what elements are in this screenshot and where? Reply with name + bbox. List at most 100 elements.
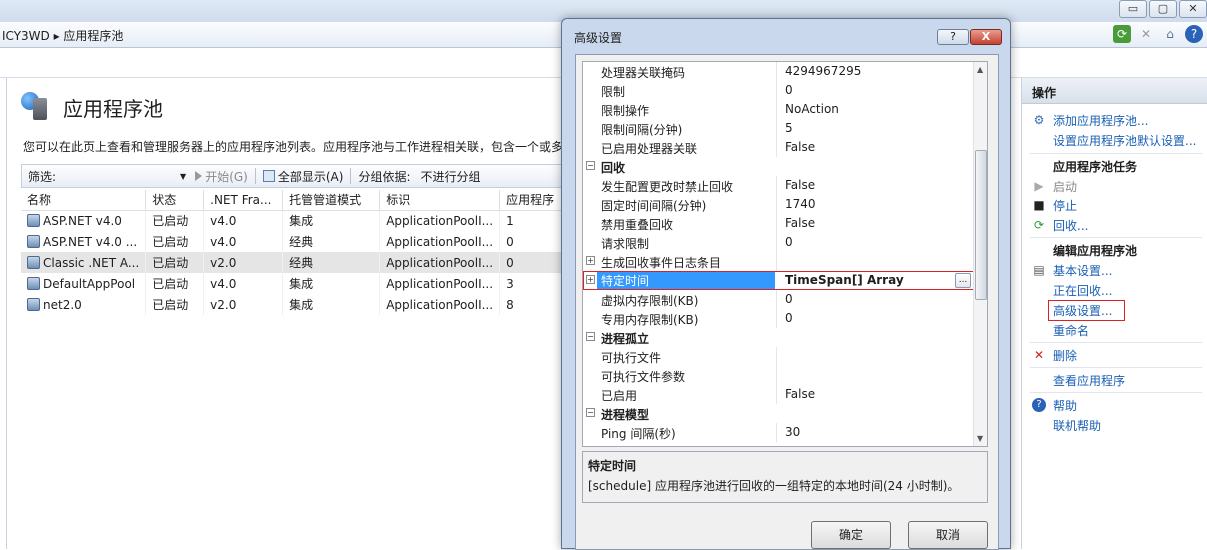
property-row[interactable]: 可执行文件 [583, 347, 975, 366]
pool-name: net2.0 [43, 297, 82, 312]
column-header-pipeline[interactable]: 托管管道模式 [282, 190, 381, 211]
collapse-icon[interactable]: − [586, 408, 595, 417]
property-name: 限制操作 [601, 104, 650, 118]
refresh-icon[interactable]: ⟳ [1113, 25, 1131, 43]
scrollbar-thumb[interactable] [975, 150, 987, 300]
property-row[interactable]: 限制操作 NoAction [583, 100, 975, 119]
property-description-title: 特定时间 [588, 459, 637, 473]
dialog-help-button[interactable]: ? [937, 29, 969, 45]
pool-name-cell: DefaultAppPool [21, 273, 147, 294]
column-header-applications[interactable]: 应用程序 [499, 190, 562, 211]
property-row[interactable]: 限制 0 [583, 81, 975, 100]
app-pool-row-icon [27, 234, 40, 248]
property-row-expandable[interactable]: + 生成回收事件日志条目 [583, 252, 975, 271]
table-row[interactable]: net2.0 已启动 v2.0 集成 ApplicationPoolI... 8 [21, 294, 562, 315]
minimize-button[interactable]: ▭ [1119, 0, 1147, 18]
add-app-pool-label: 添加应用程序池... [1053, 114, 1149, 128]
help-icon[interactable]: ? [1185, 25, 1203, 43]
scroll-down-icon[interactable]: ▼ [977, 434, 983, 443]
property-name: 固定时间间隔(分钟) [601, 199, 707, 213]
close-window-button[interactable]: ✕ [1179, 0, 1207, 18]
property-row[interactable]: 专用内存限制(KB) 0 [583, 309, 975, 328]
column-header-identity[interactable]: 标识 [379, 190, 501, 211]
pool-identity: ApplicationPoolI... [379, 273, 501, 294]
property-name: 可执行文件参数 [601, 370, 686, 384]
add-pool-icon: ⚙ [1033, 113, 1045, 127]
view-applications-label: 查看应用程序 [1053, 374, 1126, 388]
cancel-button[interactable]: 取消 [908, 521, 988, 549]
property-category-process-model[interactable]: − 进程模型 [583, 404, 975, 423]
page-header: 应用程序池 [21, 92, 163, 122]
page-description: 您可以在此页上查看和管理服务器上的应用程序池列表。应用程序池与工作进程相关联，包… [23, 140, 563, 154]
pool-net-version: v4.0 [203, 231, 284, 252]
advanced-settings-dialog: 高级设置 ? X 处理器关联掩码 4294967295 限制 0 限制操作 NoAct… [561, 18, 1011, 550]
pool-pipeline: 经典 [282, 252, 381, 273]
collapse-icon[interactable]: − [586, 161, 595, 170]
pool-app-count: 8 [499, 294, 562, 315]
app-pool-row-icon [27, 255, 40, 269]
pool-name: ASP.NET v4.0 [43, 213, 122, 228]
start-filter-button[interactable]: 开始(G) [190, 168, 253, 185]
table-row[interactable]: DefaultAppPool 已启动 v4.0 集成 ApplicationPo… [21, 273, 562, 294]
property-value: 0 [785, 235, 793, 249]
ok-button[interactable]: 确定 [811, 521, 891, 549]
pool-name-cell: ASP.NET v4.0 [21, 210, 147, 231]
property-name: 限制 [601, 85, 626, 99]
pool-tasks-header: 应用程序池任务 [1053, 160, 1138, 174]
group-by-select[interactable]: 不进行分组 [416, 168, 486, 185]
expand-icon[interactable]: + [586, 256, 595, 265]
property-row[interactable]: 发生配置更改时禁止回收 False [583, 176, 975, 195]
property-row-selected[interactable]: + 特定时间 TimeSpan[] Array ... [583, 271, 975, 290]
table-row[interactable]: ASP.NET v4.0 已启动 v4.0 集成 ApplicationPool… [21, 210, 562, 231]
app-pool-icon [21, 92, 51, 122]
selection-highlight [583, 271, 975, 290]
property-row[interactable]: 禁用重叠回收 False [583, 214, 975, 233]
recycle-pool-label: 回收... [1053, 219, 1089, 233]
property-name: 处理器关联掩码 [601, 66, 686, 80]
property-category-recycling[interactable]: − 回收 [583, 157, 975, 176]
collapse-icon[interactable]: − [586, 332, 595, 341]
pool-net-version: v2.0 [203, 252, 284, 273]
show-all-button[interactable]: 全部显示(A) [258, 168, 349, 185]
filter-input[interactable] [62, 167, 181, 185]
pool-pipeline: 集成 [282, 294, 381, 315]
basic-settings-label: 基本设置... [1053, 264, 1113, 278]
maximize-button[interactable]: ▢ [1149, 0, 1177, 18]
table-row[interactable]: ASP.NET v4.0 ... 已启动 v4.0 经典 Application… [21, 231, 562, 252]
home-icon[interactable]: ⌂ [1161, 25, 1179, 43]
pool-name-cell: Classic .NET A... [21, 252, 147, 273]
property-row[interactable]: 虚拟内存限制(KB) 0 [583, 290, 975, 309]
property-category-process-orphaning[interactable]: − 进程孤立 [583, 328, 975, 347]
scroll-up-icon[interactable]: ▲ [977, 65, 983, 74]
property-row[interactable]: 固定时间间隔(分钟) 1740 [583, 195, 975, 214]
pool-status: 已启动 [145, 210, 205, 231]
property-name: 专用内存限制(KB) [601, 313, 699, 327]
column-header-status[interactable]: 状态 [145, 190, 205, 211]
column-header-name[interactable]: 名称 [21, 190, 147, 211]
property-value: False [785, 216, 816, 230]
table-row-selected[interactable]: Classic .NET A... 已启动 v2.0 经典 Applicatio… [21, 252, 562, 273]
property-row[interactable]: 限制间隔(分钟) 5 [583, 119, 975, 138]
filter-dropdown-icon[interactable]: ▼ [180, 172, 186, 181]
pool-net-version: v2.0 [203, 294, 284, 315]
property-row[interactable]: 已启用处理器关联 False [583, 138, 975, 157]
column-header-net-framework[interactable]: .NET Fra... [203, 190, 284, 211]
set-pool-defaults-label: 设置应用程序池默认设置... [1053, 134, 1197, 148]
property-row[interactable]: 处理器关联掩码 4294967295 [583, 62, 975, 81]
stop-icon[interactable]: ✕ [1137, 25, 1155, 43]
main-pane: 应用程序池 您可以在此页上查看和管理服务器上的应用程序池列表。应用程序池与工作进… [6, 78, 565, 549]
dialog-title: 高级设置 [574, 31, 623, 45]
dialog-close-button[interactable]: X [970, 29, 1002, 45]
property-grid-scrollbar[interactable]: ▲ ▼ [973, 62, 987, 446]
property-name: 请求限制 [601, 237, 650, 251]
app-pool-row-icon [27, 297, 40, 311]
property-description-text: [schedule] 应用程序池进行回收的一组特定的本地时间(24 小时制)。 [588, 479, 960, 493]
property-row[interactable]: 请求限制 0 [583, 233, 975, 252]
property-row[interactable]: Ping 间隔(秒) 30 [583, 423, 975, 442]
property-value: 0 [785, 83, 793, 97]
property-row[interactable]: 已启用 False [583, 385, 975, 404]
breadcrumb[interactable]: ICY3WD ▸ 应用程序池 [2, 27, 123, 44]
property-name: 已启用处理器关联 [601, 142, 698, 156]
property-row[interactable]: 可执行文件参数 [583, 366, 975, 385]
window-controls: ▭ ▢ ✕ [1119, 0, 1207, 18]
